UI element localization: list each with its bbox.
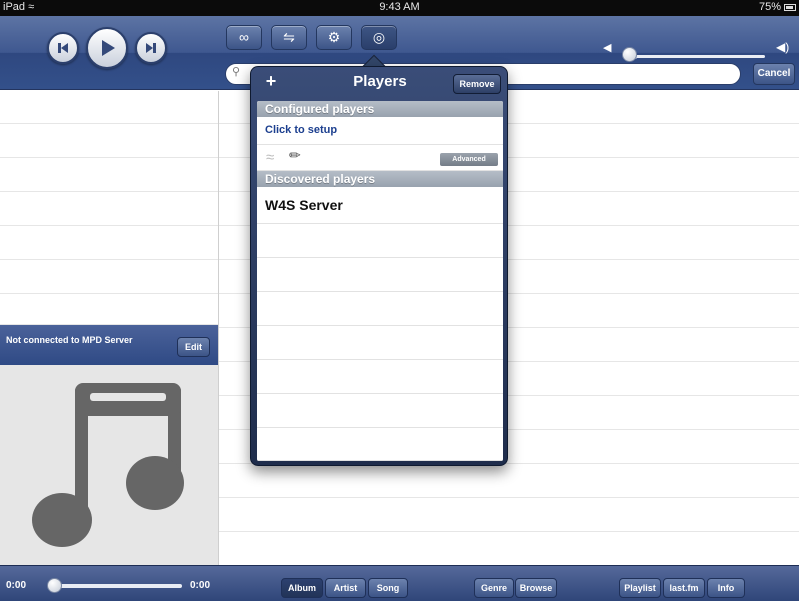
remove-button[interactable]: Remove bbox=[453, 74, 501, 94]
list-item[interactable]: Click to setup bbox=[257, 117, 503, 145]
list-item[interactable] bbox=[0, 226, 218, 260]
tab-artist[interactable]: Artist bbox=[325, 578, 366, 598]
previous-icon bbox=[58, 43, 68, 53]
repeat-button[interactable]: ∞ bbox=[226, 25, 262, 50]
list-item[interactable] bbox=[257, 360, 503, 394]
tab-song[interactable]: Song bbox=[368, 578, 408, 598]
list-item[interactable] bbox=[257, 428, 503, 461]
connection-status-bar: Not connected to MPD Server Edit bbox=[0, 325, 218, 365]
search-icon: ⚲ bbox=[232, 66, 241, 78]
progress-knob[interactable] bbox=[47, 578, 62, 593]
players-popover: + Players Remove Configured players Clic… bbox=[250, 66, 508, 466]
shuffle-icon: ⇋ bbox=[283, 29, 295, 45]
volume-down-icon: ◀ bbox=[603, 42, 612, 54]
tab-album[interactable]: Album bbox=[281, 578, 323, 598]
table-row[interactable] bbox=[219, 498, 799, 532]
volume-up-icon: ◀) bbox=[776, 40, 790, 54]
table-row[interactable] bbox=[219, 464, 799, 498]
list-item[interactable] bbox=[257, 224, 503, 258]
list-item[interactable] bbox=[0, 124, 218, 158]
list-item[interactable] bbox=[257, 258, 503, 292]
list-item[interactable] bbox=[0, 91, 218, 124]
tab-browse[interactable]: Browse bbox=[515, 578, 557, 598]
music-note-icon bbox=[32, 383, 184, 547]
players-list: Configured players Click to setup ≈ ✏ Ad… bbox=[257, 101, 503, 461]
edit-button[interactable]: Edit bbox=[177, 337, 210, 357]
progress-slider[interactable] bbox=[60, 584, 182, 588]
battery-icon bbox=[784, 4, 796, 11]
list-item[interactable] bbox=[0, 192, 218, 226]
target-icon: ◎ bbox=[372, 29, 386, 45]
list-item[interactable] bbox=[0, 294, 218, 325]
status-bar: iPad ≈ 9:43 AM 75% bbox=[0, 0, 799, 16]
clock: 9:43 AM bbox=[379, 1, 420, 13]
battery-percent: 75% bbox=[758, 1, 781, 13]
bottom-bar: 0:00 0:00 Album Artist Song Genre Browse… bbox=[0, 565, 799, 601]
list-item[interactable] bbox=[257, 292, 503, 326]
play-button[interactable] bbox=[86, 27, 128, 69]
player-name: W4S Server bbox=[265, 197, 343, 213]
list-item[interactable] bbox=[257, 326, 503, 360]
settings-button[interactable]: ⚙ bbox=[316, 25, 352, 50]
tab-genre[interactable]: Genre bbox=[474, 578, 514, 598]
list-item[interactable] bbox=[257, 394, 503, 428]
next-button[interactable] bbox=[135, 32, 167, 64]
remaining-time: 0:00 bbox=[190, 580, 211, 591]
list-item[interactable] bbox=[0, 158, 218, 192]
gear-icon: ⚙ bbox=[327, 29, 341, 45]
setup-link[interactable]: Click to setup bbox=[265, 124, 337, 136]
advanced-button[interactable]: Advanced bbox=[440, 153, 498, 166]
album-artwork bbox=[0, 365, 218, 565]
remote-icon: ✏ bbox=[289, 147, 301, 163]
players-button[interactable]: ◎ bbox=[361, 25, 397, 50]
tab-playlist[interactable]: Playlist bbox=[619, 578, 661, 598]
section-header-configured: Configured players bbox=[257, 101, 503, 117]
list-item[interactable] bbox=[0, 260, 218, 294]
section-header-discovered: Discovered players bbox=[257, 171, 503, 187]
cancel-button[interactable]: Cancel bbox=[753, 63, 795, 85]
previous-button[interactable] bbox=[47, 32, 79, 64]
volume-slider[interactable] bbox=[625, 55, 765, 58]
volume-knob[interactable] bbox=[622, 47, 637, 62]
tab-lastfm[interactable]: last.fm bbox=[663, 578, 705, 598]
tab-info[interactable]: Info bbox=[707, 578, 745, 598]
elapsed-time: 0:00 bbox=[6, 580, 27, 591]
connection-status-text: Not connected to MPD Server bbox=[6, 335, 133, 345]
wifi-icon: ≈ bbox=[266, 149, 275, 166]
next-icon bbox=[146, 43, 156, 53]
repeat-icon: ∞ bbox=[239, 29, 249, 45]
list-item[interactable]: W4S Server bbox=[257, 187, 503, 224]
shuffle-button[interactable]: ⇋ bbox=[271, 25, 307, 50]
play-icon bbox=[102, 40, 115, 56]
